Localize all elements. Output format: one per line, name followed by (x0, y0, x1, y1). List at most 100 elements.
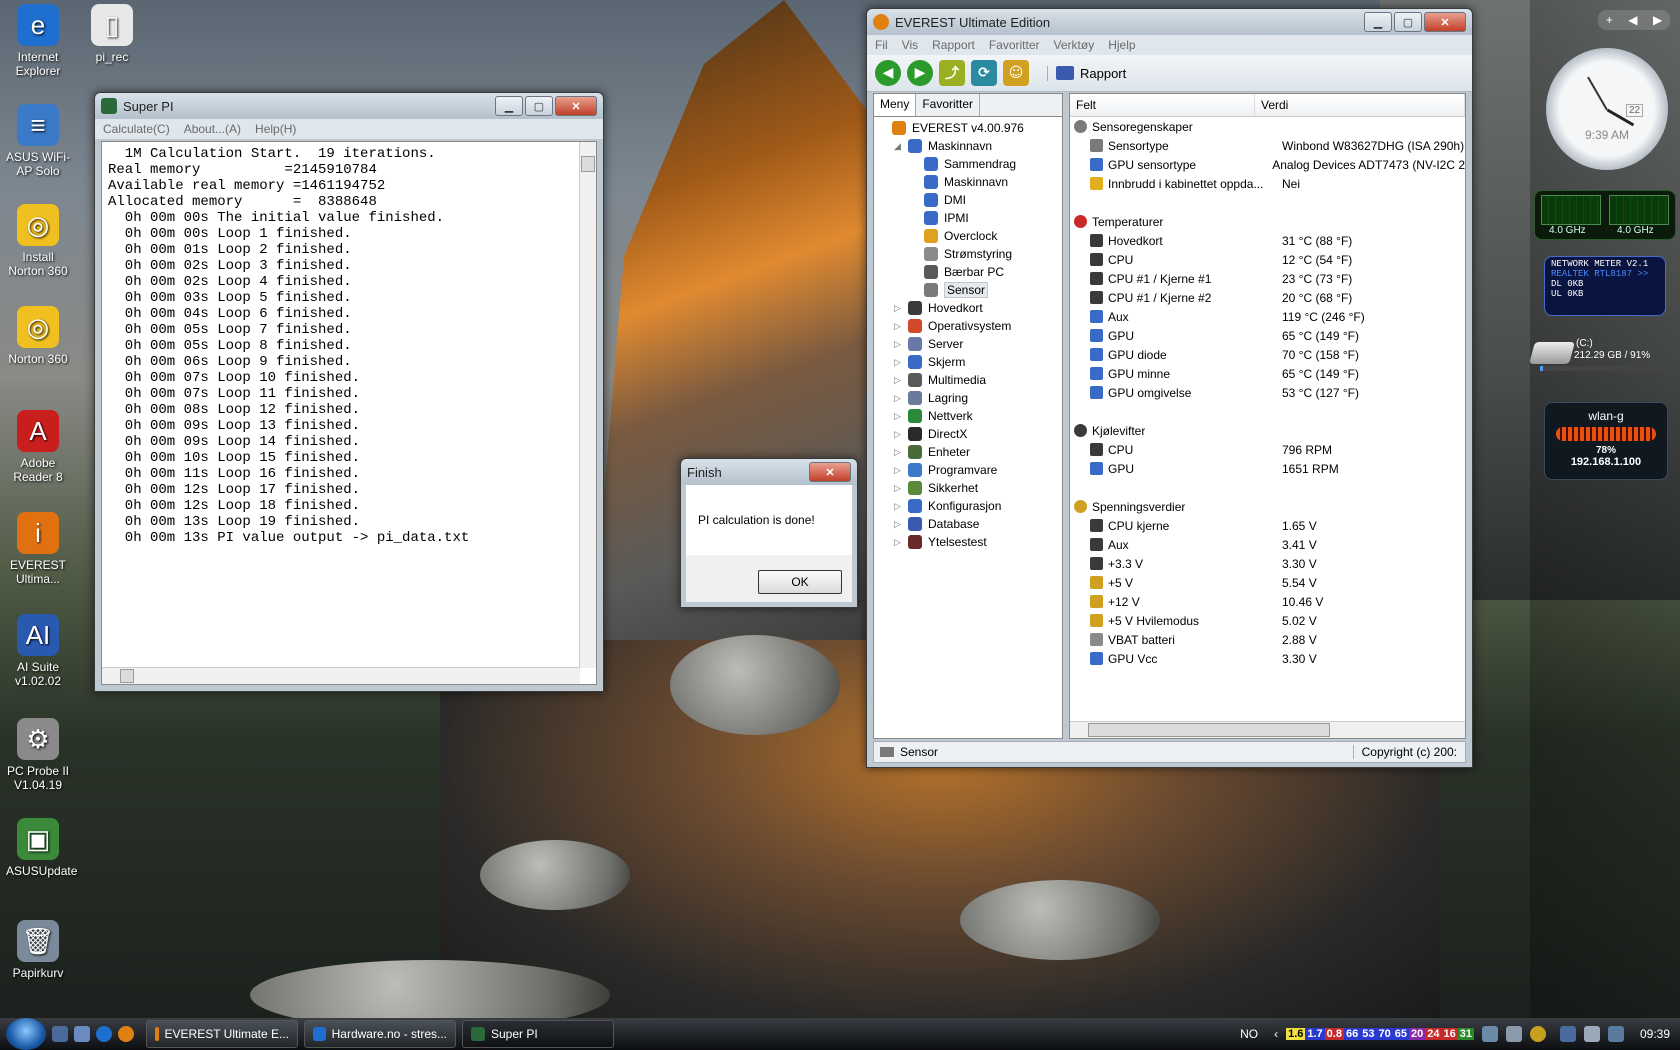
desktop-icon[interactable]: 🗑 Papirkurv (6, 920, 70, 980)
tree-item[interactable]: Sammendrag (874, 155, 1062, 173)
tray-readout[interactable]: 70 (1376, 1028, 1393, 1040)
table-row[interactable]: Sensortype Winbond W83627DHG (ISA 290h) (1070, 136, 1465, 155)
users-icon[interactable]: ☺ (1003, 60, 1029, 86)
superpi-titlebar[interactable]: Super PI ▁ ▢ ✕ (95, 93, 603, 119)
menu-about[interactable]: About...(A) (184, 122, 241, 136)
tree-item[interactable]: ◢ Maskinnavn (874, 137, 1062, 155)
forward-arrow-icon[interactable]: ▶ (907, 60, 933, 86)
tree-item[interactable]: Overclock (874, 227, 1062, 245)
desktop-icon[interactable]: ◎ Norton 360 (6, 306, 70, 366)
tray-readout[interactable]: 53 (1360, 1028, 1377, 1040)
desktop-icon[interactable]: e Internet Explorer (6, 4, 70, 78)
tree-item[interactable]: ▷ Lagring (874, 389, 1062, 407)
everest-menu-item[interactable]: Fil (875, 38, 888, 52)
signal-tray-icon[interactable] (1607, 1026, 1624, 1042)
table-row[interactable]: +3.3 V 3.30 V (1070, 554, 1465, 573)
tree-item[interactable]: ▷ Multimedia (874, 371, 1062, 389)
table-row[interactable]: VBAT batteri 2.88 V (1070, 630, 1465, 649)
table-row[interactable]: CPU 796 RPM (1070, 440, 1465, 459)
tree-item[interactable]: ▷ Konfigurasjon (874, 497, 1062, 515)
tray-readout[interactable]: 24 (1425, 1028, 1442, 1040)
superpi-output-area[interactable]: 1M Calculation Start. 19 iterations. Rea… (101, 141, 597, 685)
maximize-button[interactable]: ▢ (525, 96, 553, 116)
tree-expander-icon[interactable]: ▷ (894, 519, 904, 530)
tree-item[interactable]: ▷ Programvare (874, 461, 1062, 479)
desktop-icon[interactable]: ▯ pi_rec (80, 4, 144, 64)
tray-readout[interactable]: 0.8 (1324, 1028, 1344, 1040)
table-row[interactable]: CPU #1 / Kjerne #2 20 °C (68 °F) (1070, 288, 1465, 307)
network-tray-icon[interactable] (1481, 1026, 1498, 1042)
tray-expand-icon[interactable]: ‹ (1274, 1027, 1278, 1041)
ok-button[interactable]: OK (758, 570, 842, 594)
network-meter-gadget[interactable]: NETWORK METER V2.1 REALTEK RTL8187 >> DL… (1544, 256, 1666, 316)
tree-expander-icon[interactable]: ▷ (894, 411, 904, 422)
table-row[interactable]: CPU 12 °C (54 °F) (1070, 250, 1465, 269)
tree-expander-icon[interactable]: ▷ (894, 357, 904, 368)
desktop-icon[interactable]: ▣ ASUSUpdate (6, 818, 77, 878)
table-row[interactable]: GPU 1651 RPM (1070, 459, 1465, 478)
everest-menu-item[interactable]: Hjelp (1108, 38, 1135, 52)
tree-item[interactable]: ▷ Ytelsestest (874, 533, 1062, 551)
everest-menu-item[interactable]: Vis (902, 38, 918, 52)
tree-expander-icon[interactable]: ▷ (894, 483, 904, 494)
tree-item[interactable]: Sensor (874, 281, 1062, 299)
desktop-icon[interactable]: i EVEREST Ultima... (6, 512, 70, 586)
table-row[interactable]: Aux 3.41 V (1070, 535, 1465, 554)
table-row[interactable]: CPU #1 / Kjerne #1 23 °C (73 °F) (1070, 269, 1465, 288)
prev-icon[interactable]: ◀ (1628, 13, 1637, 27)
table-row[interactable]: GPU diode 70 °C (158 °F) (1070, 345, 1465, 364)
tree-item[interactable]: ▷ Database (874, 515, 1062, 533)
wireless-tray-icon[interactable] (1529, 1026, 1546, 1042)
scrollbar-thumb[interactable] (120, 669, 134, 683)
desktop-icon[interactable]: A Adobe Reader 8 (6, 410, 70, 484)
desktop-icon[interactable]: ⚙ PC Probe II V1.04.19 (6, 718, 70, 792)
switch-windows-icon[interactable] (74, 1026, 90, 1042)
up-arrow-icon[interactable]: ⤴ (939, 60, 965, 86)
everest-menu-item[interactable]: Rapport (932, 38, 975, 52)
drive-meter-gadget[interactable]: (C:) 212.29 GB / 91% (1529, 338, 1680, 374)
wlan-gadget[interactable]: wlan-g 78% 192.168.1.100 (1544, 402, 1668, 480)
tab-favoritter[interactable]: Favoritter (916, 94, 981, 116)
close-button[interactable]: ✕ (809, 462, 851, 482)
menu-help[interactable]: Help(H) (255, 122, 296, 136)
tray-readout[interactable]: 66 (1343, 1028, 1361, 1040)
tree-expander-icon[interactable]: ▷ (894, 429, 904, 440)
table-row[interactable]: GPU minne 65 °C (149 °F) (1070, 364, 1465, 383)
everest-menu-item[interactable]: Verktøy (1054, 38, 1095, 52)
language-indicator[interactable]: NO (1240, 1027, 1258, 1041)
tree-item[interactable]: ▷ Nettverk (874, 407, 1062, 425)
table-row[interactable]: GPU Vcc 3.30 V (1070, 649, 1465, 668)
table-row[interactable]: +5 V Hvilemodus 5.02 V (1070, 611, 1465, 630)
speaker-tray-icon[interactable] (1583, 1026, 1600, 1042)
table-row[interactable]: GPU sensortype Analog Devices ADT7473 (NV… (1070, 155, 1465, 174)
tree-expander-icon[interactable]: ▷ (894, 339, 904, 350)
refresh-icon[interactable]: ⟳ (971, 60, 997, 86)
tree-expander-icon[interactable]: ▷ (894, 303, 904, 314)
desktop-icon[interactable]: ≡ ASUS WiFi-AP Solo (6, 104, 70, 178)
finish-dialog[interactable]: Finish ✕ PI calculation is done! OK (680, 458, 858, 608)
tree-item[interactable]: Strømstyring (874, 245, 1062, 263)
add-gadget-icon[interactable]: + (1606, 13, 1613, 27)
tree-item[interactable]: ▷ Skjerm (874, 353, 1062, 371)
tree-expander-icon[interactable]: ▷ (894, 321, 904, 332)
tree-expander-icon[interactable]: ▷ (894, 375, 904, 386)
column-felt[interactable]: Felt (1070, 94, 1255, 116)
taskbar-button[interactable]: Super PI (462, 1020, 614, 1048)
minimize-button[interactable]: ▁ (495, 96, 523, 116)
tray-readout[interactable]: 65 (1392, 1028, 1409, 1040)
tree-expander-icon[interactable]: ▷ (894, 537, 904, 548)
horizontal-scrollbar[interactable] (1070, 721, 1465, 738)
tree-item[interactable]: IPMI (874, 209, 1062, 227)
minimize-button[interactable]: ▁ (1364, 12, 1392, 32)
everest-titlebar[interactable]: EVEREST Ultimate Edition ▁ ▢ ✕ (867, 9, 1472, 35)
close-button[interactable]: ✕ (1424, 12, 1466, 32)
display-tray-icon[interactable] (1559, 1026, 1576, 1042)
desktop-icon[interactable]: ◎ Install Norton 360 (6, 204, 70, 278)
tree-expander-icon[interactable]: ▷ (894, 447, 904, 458)
scrollbar-thumb[interactable] (1088, 723, 1330, 737)
everest-quicklaunch-icon[interactable] (118, 1026, 134, 1042)
table-row[interactable]: CPU kjerne 1.65 V (1070, 516, 1465, 535)
taskbar-button[interactable]: EVEREST Ultimate E... (146, 1020, 298, 1048)
rapport-button[interactable]: Rapport (1047, 65, 1126, 81)
tree-expander-icon[interactable]: ▷ (894, 465, 904, 476)
